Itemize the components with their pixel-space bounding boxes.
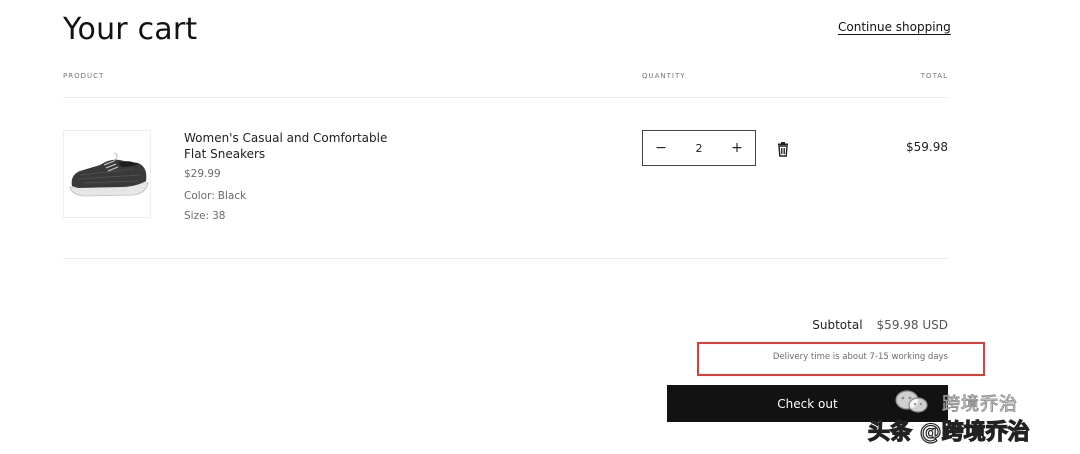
line-item-total: $59.98 bbox=[906, 140, 948, 154]
page-title: Your cart bbox=[63, 12, 198, 47]
product-image[interactable] bbox=[63, 130, 151, 218]
product-name[interactable]: Women's Casual and Comfortable Flat Snea… bbox=[184, 130, 409, 162]
quantity-input[interactable]: 2 bbox=[684, 142, 714, 155]
column-header-total: TOTAL bbox=[920, 72, 948, 80]
color-label: Color: bbox=[184, 190, 215, 202]
color-value: Black bbox=[217, 190, 247, 202]
checkout-button[interactable]: Check out bbox=[667, 385, 948, 422]
continue-shopping-link[interactable]: Continue shopping bbox=[838, 18, 951, 36]
divider bbox=[63, 97, 948, 98]
cart-subtotal: Subtotal $59.98 USD bbox=[760, 318, 948, 332]
product-size: Size: 38 bbox=[184, 210, 225, 222]
delivery-note: Delivery time is about 7-15 working days bbox=[772, 352, 948, 362]
cart-page: Your cart Continue shopping PRODUCT QUAN… bbox=[0, 0, 1080, 454]
decrease-quantity-button[interactable]: − bbox=[643, 131, 679, 165]
quantity-stepper: − 2 + bbox=[642, 130, 756, 166]
product-unit-price: $29.99 bbox=[184, 168, 221, 180]
column-header-product: PRODUCT bbox=[63, 72, 105, 80]
divider bbox=[63, 258, 948, 259]
increase-quantity-button[interactable]: + bbox=[719, 131, 755, 165]
watermark-account-name: 跨境乔治 bbox=[942, 394, 1018, 416]
sneaker-image-icon bbox=[69, 152, 149, 197]
size-label: Size: bbox=[184, 210, 210, 222]
subtotal-value: $59.98 USD bbox=[876, 318, 948, 332]
subtotal-label: Subtotal bbox=[812, 318, 863, 332]
trash-icon bbox=[778, 142, 788, 157]
column-header-quantity: QUANTITY bbox=[642, 72, 686, 80]
size-value: 38 bbox=[212, 210, 226, 222]
product-color: Color: Black bbox=[184, 190, 246, 202]
remove-item-button[interactable] bbox=[776, 142, 790, 158]
